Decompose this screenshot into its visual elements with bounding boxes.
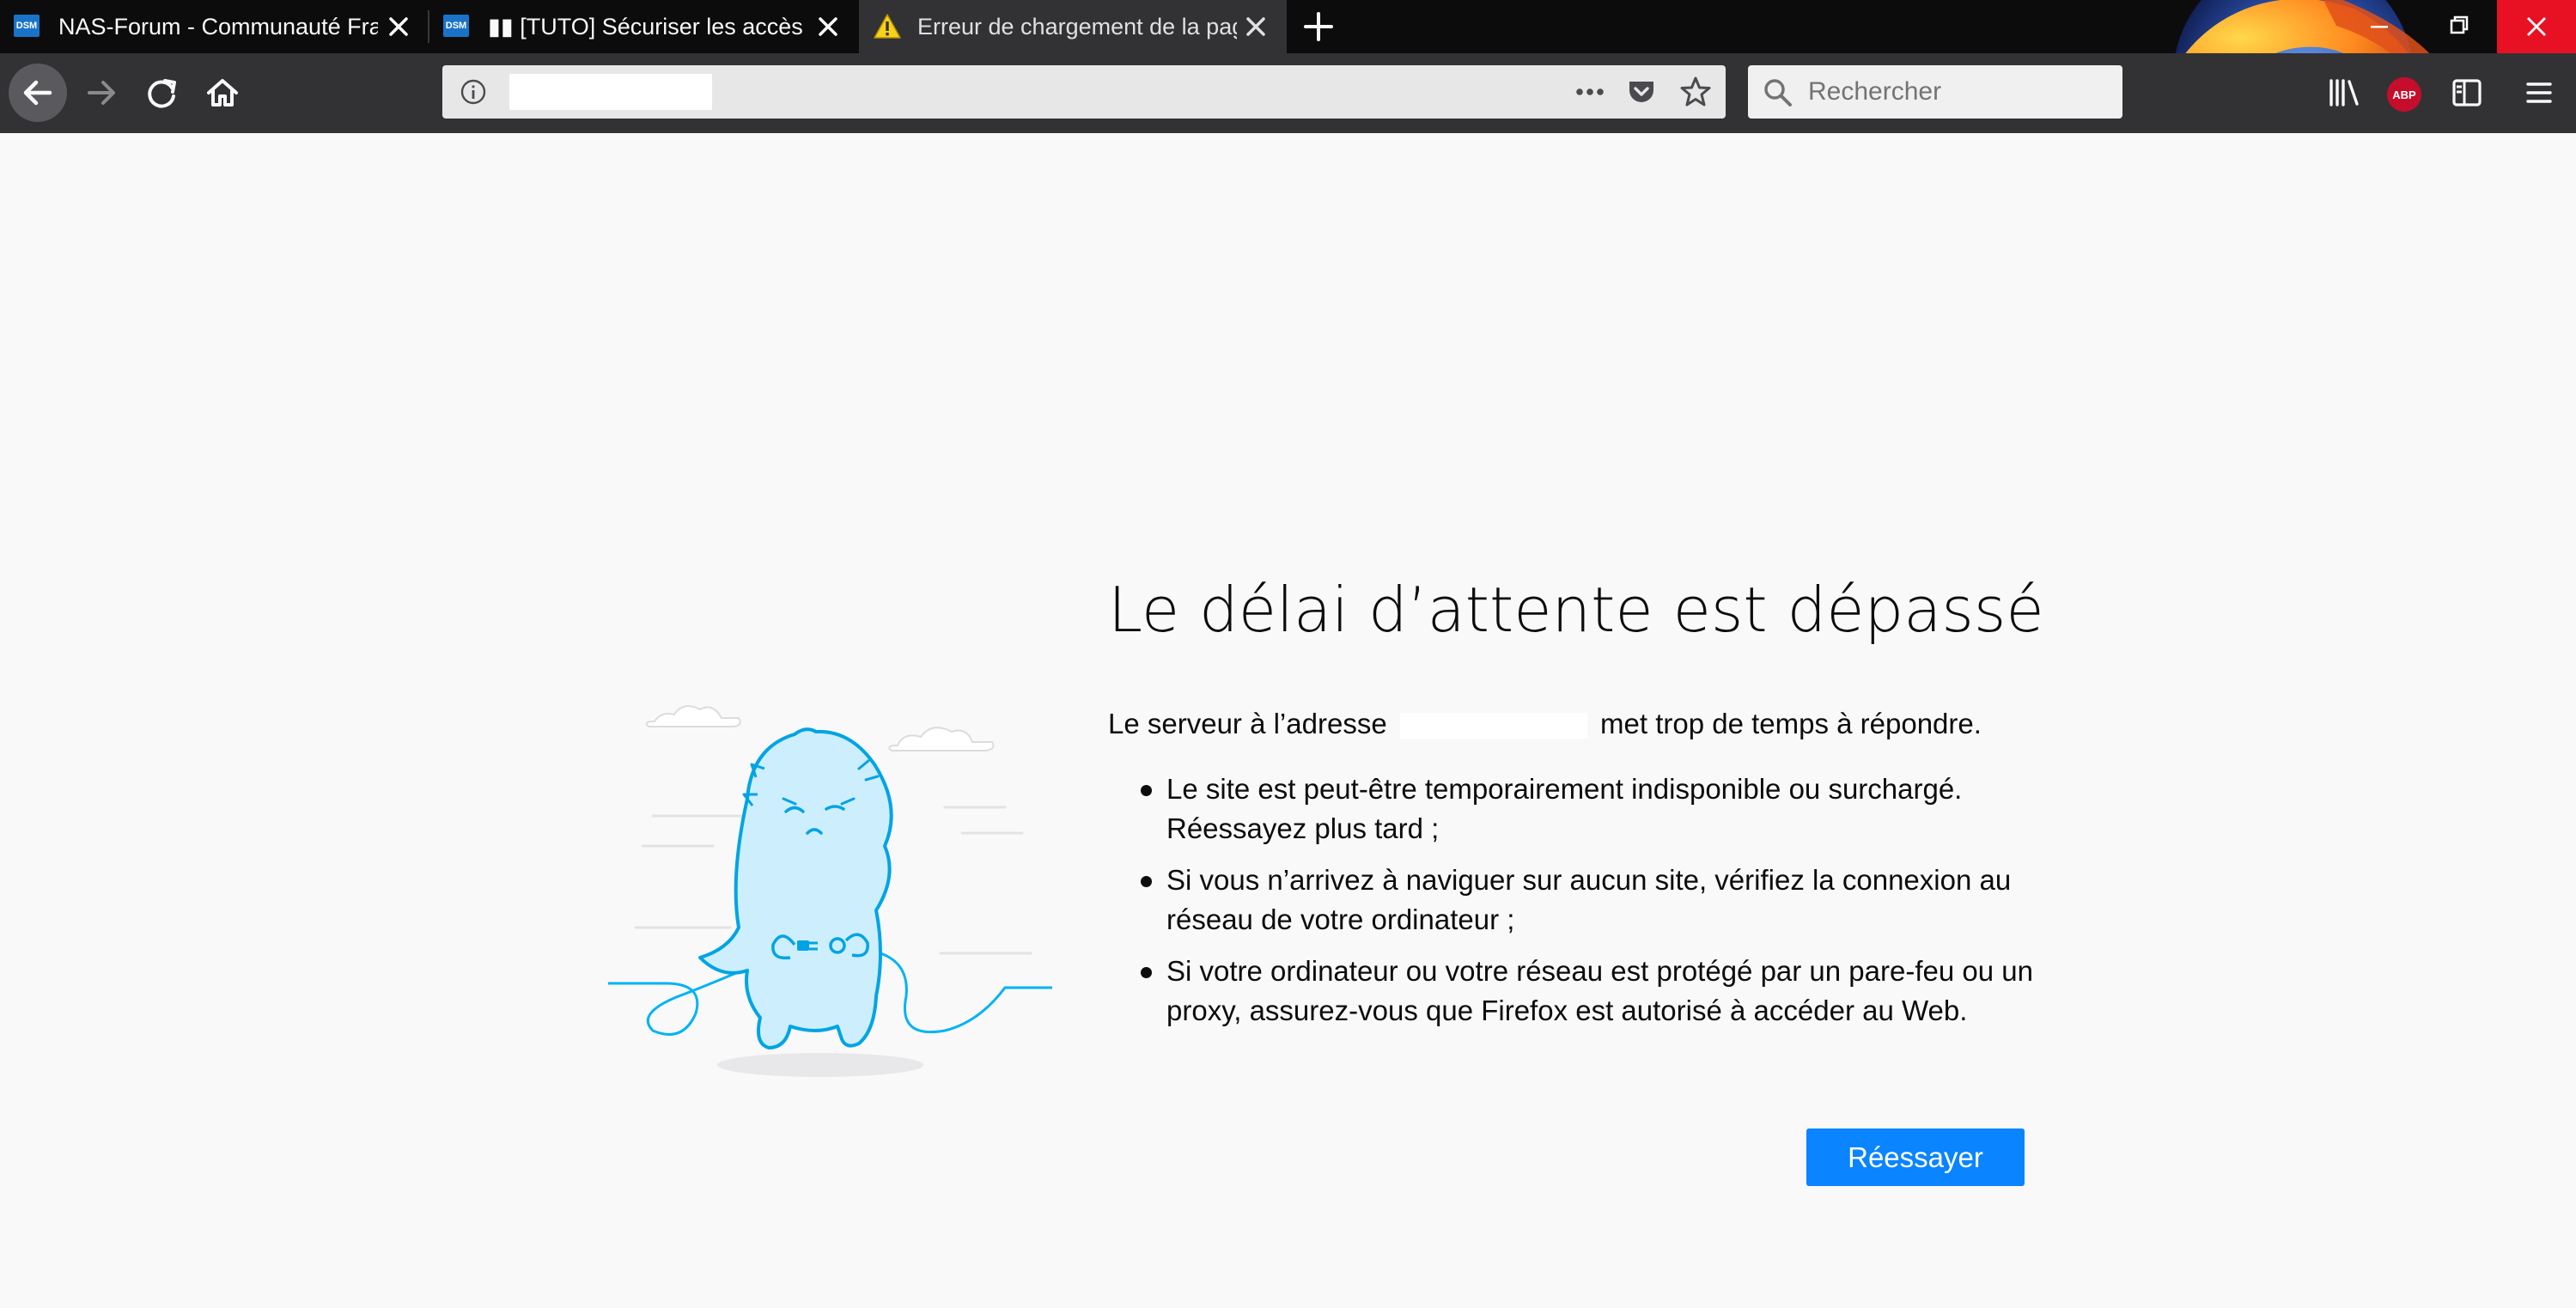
search-icon: [1764, 79, 1792, 106]
error-title: Le délai d’attente est dépassé: [1108, 574, 2044, 646]
tab-tuto-securiser[interactable]: DSM ▮▮ [TUTO] Sécuriser les accès à: [429, 0, 859, 53]
tab-strip: DSM NAS-Forum - Communauté Fra DSM ▮▮ [T…: [0, 0, 2576, 133]
url-input[interactable]: [509, 74, 712, 110]
warning-icon: [874, 14, 901, 39]
server-prefix-text: Le serveur à l’adresse: [1108, 708, 1387, 739]
minimize-window-icon[interactable]: [2340, 0, 2419, 53]
reason-item: Si votre ordinateur ou votre réseau est …: [1108, 952, 2036, 1031]
search-bar[interactable]: [1748, 65, 2122, 119]
reason-item: Si vous n’arrivez à naviguer sur aucun s…: [1108, 861, 2036, 940]
redacted-address: [1399, 713, 1587, 739]
reason-item: Le site est peut-être temporairement ind…: [1108, 770, 2036, 849]
page-actions-menu-icon[interactable]: [1573, 77, 1607, 106]
server-suffix-text: met trop de temps à répondre.: [1600, 708, 1982, 739]
tab-erreur-chargement[interactable]: Erreur de chargement de la pag: [859, 0, 1287, 53]
bookmark-star-icon[interactable]: [1679, 76, 1712, 108]
close-tab-icon[interactable]: [813, 11, 843, 42]
tab-title: Erreur de chargement de la pag: [917, 14, 1237, 40]
navigation-toolbar: ABP: [0, 53, 2576, 133]
disconnected-dino-illustration: [608, 705, 1052, 1077]
tab-nas-forum[interactable]: DSM NAS-Forum - Communauté Fra: [0, 0, 429, 53]
library-icon[interactable]: [2323, 72, 2365, 113]
dsm-icon: DSM: [443, 15, 469, 37]
close-tab-icon[interactable]: [1240, 11, 1271, 42]
url-bar[interactable]: [442, 65, 1726, 119]
new-tab-icon[interactable]: [1299, 7, 1338, 46]
forward-arrow-icon[interactable]: [74, 65, 129, 120]
close-window-icon[interactable]: [2497, 0, 2576, 53]
reasons-list: Le site est peut-être temporairement ind…: [1108, 770, 2036, 1043]
reload-icon[interactable]: [134, 65, 189, 120]
adblock-plus-icon[interactable]: ABP: [2387, 77, 2421, 112]
close-tab-icon[interactable]: [383, 11, 414, 42]
sidebar-toggle-icon[interactable]: [2446, 72, 2488, 113]
site-info-icon[interactable]: [460, 78, 487, 106]
restore-window-icon[interactable]: [2419, 0, 2498, 53]
retry-button[interactable]: Réessayer: [1806, 1129, 2025, 1186]
tab-title: ▮▮ [TUTO] Sécuriser les accès à: [488, 14, 807, 40]
search-input[interactable]: [1808, 74, 2109, 110]
home-icon[interactable]: [195, 65, 250, 120]
pocket-icon[interactable]: [1626, 77, 1657, 106]
back-arrow-icon[interactable]: [9, 64, 67, 122]
tab-title: NAS-Forum - Communauté Fra: [58, 14, 378, 40]
dsm-icon: DSM: [14, 15, 40, 37]
hamburger-menu-icon[interactable]: [2518, 72, 2560, 113]
server-timeout-message: Le serveur à l’adresse met trop de temps…: [1108, 704, 1982, 744]
